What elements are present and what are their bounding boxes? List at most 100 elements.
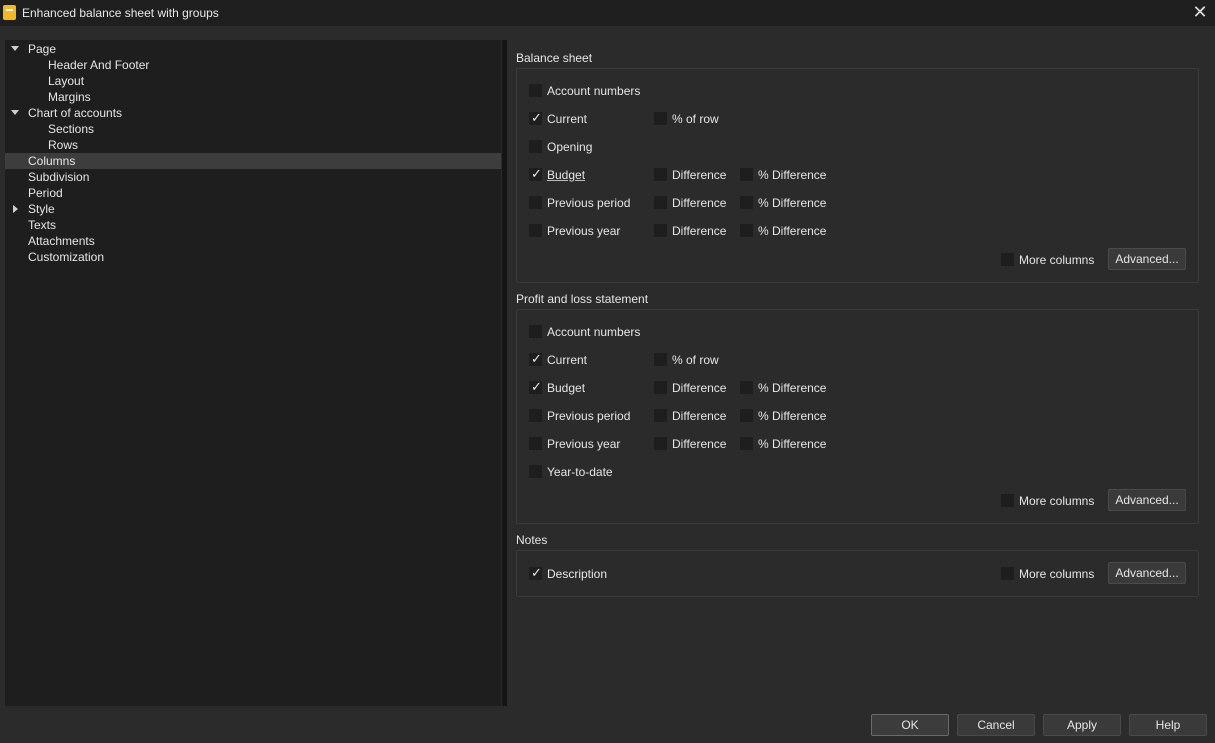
pl-prev-period-pct-difference-label: % Difference	[758, 409, 827, 423]
pl-more-columns-label: More columns	[1019, 494, 1095, 508]
tree-item-label: Page	[28, 42, 57, 56]
tree-item-label: Layout	[48, 74, 85, 88]
bs-prev-period-pct-difference-label: % Difference	[758, 196, 827, 210]
bs-more-columns-label: More columns	[1019, 253, 1095, 267]
pl-more-columns-checkbox[interactable]	[1001, 494, 1014, 507]
bs-budget-pct-difference-label: % Difference	[758, 168, 827, 182]
bs-prev-year-difference-label: Difference	[672, 224, 727, 238]
bs-prev-period-difference-checkbox[interactable]	[654, 196, 667, 209]
bs-previous-period-label: Previous period	[547, 196, 631, 210]
pl-year-to-date-label: Year-to-date	[547, 465, 613, 479]
tree-item-rows[interactable]: Rows	[5, 137, 501, 153]
pl-budget-difference-checkbox[interactable]	[654, 381, 667, 394]
bs-previous-period-checkbox[interactable]	[529, 196, 542, 209]
tree-item-header-and-footer[interactable]: Header And Footer	[5, 57, 501, 73]
bs-advanced-button[interactable]: Advanced...	[1108, 248, 1186, 270]
tree-item-label: Style	[28, 202, 55, 216]
tree-item-label: Columns	[28, 154, 76, 168]
bs-more-columns-checkbox[interactable]	[1001, 253, 1014, 266]
bs-prev-year-pct-difference-label: % Difference	[758, 224, 827, 238]
bs-pct-of-row-checkbox[interactable]	[654, 112, 667, 125]
pl-prev-period-pct-difference-checkbox[interactable]	[740, 409, 753, 422]
bs-budget-pct-difference-checkbox[interactable]	[740, 168, 753, 181]
tree-item-label: Customization	[28, 250, 105, 264]
pl-previous-period-label: Previous period	[547, 409, 631, 423]
cancel-button[interactable]: Cancel	[957, 714, 1035, 736]
tree-item-subdivision[interactable]: Subdivision	[5, 169, 501, 185]
bs-pct-of-row-label: % of row	[672, 112, 719, 126]
pl-budget-pct-difference-checkbox[interactable]	[740, 381, 753, 394]
pl-prev-year-difference-label: Difference	[672, 437, 727, 451]
notes-advanced-button[interactable]: Advanced...	[1108, 562, 1186, 584]
pl-pct-of-row-label: % of row	[672, 353, 719, 367]
bs-budget-checkbox[interactable]	[529, 167, 542, 182]
pl-previous-year-label: Previous year	[547, 437, 621, 451]
bs-budget-difference-checkbox[interactable]	[654, 168, 667, 181]
pl-year-to-date-checkbox[interactable]	[529, 465, 542, 478]
bs-prev-period-pct-difference-checkbox[interactable]	[740, 196, 753, 209]
panel-splitter[interactable]	[502, 40, 507, 706]
help-button[interactable]: Help	[1129, 714, 1207, 736]
tree-item-label: Period	[28, 186, 63, 200]
bs-previous-year-label: Previous year	[547, 224, 621, 238]
bs-budget-difference-label: Difference	[672, 168, 727, 182]
bs-prev-period-difference-label: Difference	[672, 196, 727, 210]
pl-budget-checkbox[interactable]	[529, 380, 542, 395]
pl-current-checkbox[interactable]	[529, 352, 542, 367]
bs-current-checkbox[interactable]	[529, 111, 542, 126]
pl-budget-label: Budget	[547, 381, 586, 395]
tree-item-label: Attachments	[28, 234, 95, 248]
tree-item-period[interactable]: Period	[5, 185, 501, 201]
collapse-arrow-icon[interactable]	[13, 205, 18, 213]
tree-item-texts[interactable]: Texts	[5, 217, 501, 233]
tree-item-label: Rows	[48, 138, 79, 152]
bs-opening-checkbox[interactable]	[529, 140, 542, 153]
tree-item-margins[interactable]: Margins	[5, 89, 501, 105]
tree-item-attachments[interactable]: Attachments	[5, 233, 501, 249]
settings-tree: Page Header And Footer Layout Margins Ch…	[5, 40, 501, 706]
notes-title: Notes	[516, 533, 548, 547]
ok-button[interactable]: OK	[871, 714, 949, 736]
bs-opening-label: Opening	[547, 140, 593, 154]
tree-item-columns[interactable]: Columns	[5, 153, 501, 169]
apply-button[interactable]: Apply	[1043, 714, 1121, 736]
tree-item-label: Header And Footer	[48, 58, 150, 72]
expand-arrow-icon[interactable]	[11, 46, 19, 51]
pl-current-label: Current	[547, 353, 588, 367]
pl-advanced-button[interactable]: Advanced...	[1108, 489, 1186, 511]
tree-item-sections[interactable]: Sections	[5, 121, 501, 137]
tree-item-customization[interactable]: Customization	[5, 249, 501, 265]
pl-previous-period-checkbox[interactable]	[529, 409, 542, 422]
notes-more-columns-checkbox[interactable]	[1001, 567, 1014, 580]
balance-sheet-group	[516, 68, 1199, 283]
tree-item-label: Sections	[48, 122, 95, 136]
bs-prev-year-difference-checkbox[interactable]	[654, 224, 667, 237]
bs-previous-year-checkbox[interactable]	[529, 224, 542, 237]
title-bar: Enhanced balance sheet with groups ✕	[0, 0, 1215, 26]
window-title: Enhanced balance sheet with groups	[22, 6, 219, 20]
pl-prev-year-pct-difference-checkbox[interactable]	[740, 437, 753, 450]
pl-previous-year-checkbox[interactable]	[529, 437, 542, 450]
pl-budget-pct-difference-label: % Difference	[758, 381, 827, 395]
tree-item-style[interactable]: Style	[5, 201, 501, 217]
pl-account-numbers-label: Account numbers	[547, 325, 641, 339]
balance-sheet-title: Balance sheet	[516, 51, 593, 65]
close-button[interactable]: ✕	[1191, 3, 1209, 21]
profit-loss-title: Profit and loss statement	[516, 292, 649, 306]
pl-budget-difference-label: Difference	[672, 381, 727, 395]
pl-prev-period-difference-checkbox[interactable]	[654, 409, 667, 422]
pl-prev-year-difference-checkbox[interactable]	[654, 437, 667, 450]
pl-pct-of-row-checkbox[interactable]	[654, 353, 667, 366]
tree-item-layout[interactable]: Layout	[5, 73, 501, 89]
pl-prev-year-pct-difference-label: % Difference	[758, 437, 827, 451]
tree-item-chart-of-accounts[interactable]: Chart of accounts	[5, 105, 501, 121]
bs-account-numbers-checkbox[interactable]	[529, 84, 542, 97]
app-icon	[3, 5, 16, 20]
tree-item-label: Margins	[48, 90, 91, 104]
notes-description-checkbox[interactable]	[529, 566, 542, 581]
pl-account-numbers-checkbox[interactable]	[529, 325, 542, 338]
bs-budget-label: Budget	[547, 168, 586, 182]
expand-arrow-icon[interactable]	[11, 110, 19, 115]
bs-prev-year-pct-difference-checkbox[interactable]	[740, 224, 753, 237]
tree-item-page[interactable]: Page	[5, 41, 501, 57]
